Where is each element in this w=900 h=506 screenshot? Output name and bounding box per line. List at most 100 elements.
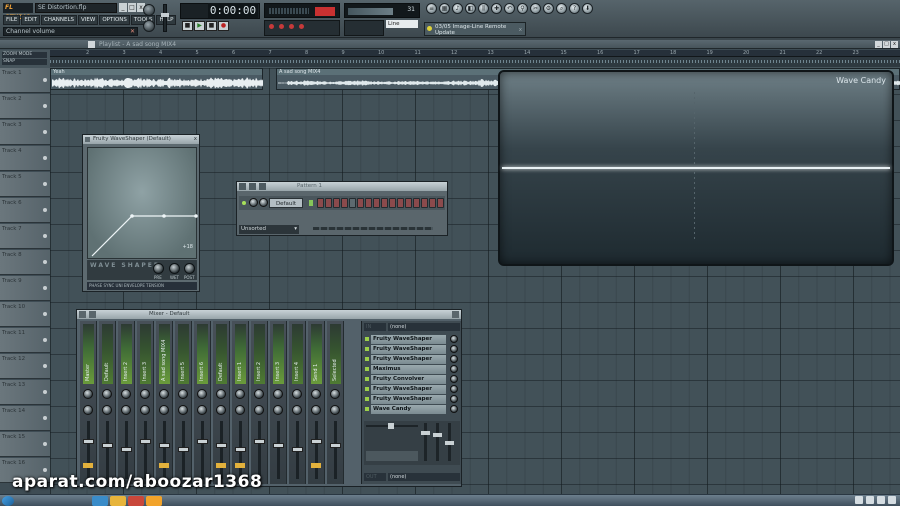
strip-fader-cap[interactable]: [121, 447, 132, 452]
track-label[interactable]: Track 11: [0, 328, 50, 353]
step-button[interactable]: [317, 198, 324, 208]
track-label[interactable]: Track 9: [0, 276, 50, 301]
strip-pan-knob[interactable]: [159, 389, 169, 399]
strip-stereo-knob[interactable]: [235, 405, 245, 415]
strip-stereo-knob[interactable]: [197, 405, 207, 415]
strip-stereo-knob[interactable]: [273, 405, 283, 415]
playlist-close-button[interactable]: x: [891, 41, 898, 48]
news-close-icon[interactable]: x: [519, 27, 522, 33]
stop-button[interactable]: ■: [206, 21, 217, 31]
explorer-taskbar-icon[interactable]: [110, 496, 126, 506]
step-button[interactable]: [373, 198, 380, 208]
strip-stereo-knob[interactable]: [140, 405, 150, 415]
hint-close-icon[interactable]: ✕: [130, 28, 135, 35]
post-gain-knob[interactable]: [184, 263, 195, 274]
track-mute-led-icon[interactable]: [43, 208, 47, 212]
mixer-strip[interactable]: Insert 6: [194, 321, 211, 484]
strip-volume-fader[interactable]: [258, 421, 261, 479]
fx-slot-name[interactable]: Fruity WaveShaper: [371, 355, 446, 364]
mixer-strip[interactable]: Insert 3: [270, 321, 287, 484]
fx-output-select[interactable]: (none): [388, 473, 460, 481]
mixer-titlebar[interactable]: Mixer - Default: [77, 310, 461, 319]
track-mute-led-icon[interactable]: [43, 364, 47, 368]
fl-studio-taskbar-icon[interactable]: [146, 496, 162, 506]
strip-pan-knob[interactable]: [83, 389, 93, 399]
strip-fader-cap[interactable]: [197, 439, 208, 444]
track-mute-led-icon[interactable]: [43, 234, 47, 238]
pattern-scrollbar[interactable]: [313, 227, 433, 230]
channel-select-indicator[interactable]: [309, 200, 313, 206]
strip-stereo-knob[interactable]: [83, 405, 93, 415]
fx-slot-mix-knob[interactable]: [450, 365, 458, 373]
channel-name-button[interactable]: Default: [269, 198, 303, 208]
playlist-maximize-button[interactable]: □: [883, 41, 890, 48]
step-button[interactable]: [381, 198, 388, 208]
track-label[interactable]: Track 2: [0, 94, 50, 119]
track-mute-led-icon[interactable]: [43, 104, 47, 108]
step-button[interactable]: [365, 198, 372, 208]
waveshaper-titlebar[interactable]: Fruity WaveShaper (Default) x: [83, 135, 199, 144]
strip-volume-fader[interactable]: [277, 421, 280, 479]
strip-fader-cap[interactable]: [292, 447, 303, 452]
fx-send-controls[interactable]: [364, 421, 460, 465]
fx-slot-name[interactable]: Wave Candy: [371, 405, 446, 414]
track-label[interactable]: Track 7: [0, 224, 50, 249]
plugin-picker-icon[interactable]: ✚: [491, 3, 502, 14]
network-icon[interactable]: [866, 496, 874, 504]
track-label[interactable]: Track 8: [0, 250, 50, 275]
mixer-strip[interactable]: Selected: [327, 321, 344, 484]
strip-stereo-knob[interactable]: [159, 405, 169, 415]
master-volume-knob[interactable]: [143, 4, 155, 16]
news-panel[interactable]: 03/05 Image-Line Remote Update x: [424, 22, 526, 36]
fx-slot-name[interactable]: Fruity Convolver: [371, 375, 446, 384]
master-pitch-knob[interactable]: [143, 20, 155, 32]
strip-pan-knob[interactable]: [102, 389, 112, 399]
mixer-strip[interactable]: Default: [99, 321, 116, 484]
strip-fader-cap[interactable]: [311, 439, 322, 444]
mixer-strip[interactable]: Insert 5: [175, 321, 192, 484]
fx-slot-enable-led-icon[interactable]: [365, 367, 369, 371]
time-display[interactable]: 0:00:00: [208, 3, 258, 18]
pattern-mode-button[interactable]: ■: [182, 21, 193, 31]
strip-stereo-knob[interactable]: [178, 405, 188, 415]
fx-slot-enable-led-icon[interactable]: [365, 337, 369, 341]
strip-fader-cap[interactable]: [140, 439, 151, 444]
track-label[interactable]: Track 15: [0, 432, 50, 457]
fx-slot[interactable]: Fruity WaveShaper: [364, 395, 460, 404]
mixer-options-icon[interactable]: [89, 311, 96, 318]
cut-icon[interactable]: ✂: [530, 3, 541, 14]
fx-slot-name[interactable]: Fruity WaveShaper: [371, 345, 446, 354]
step-sequencer-icon[interactable]: ▦: [439, 3, 450, 14]
mixer-strip[interactable]: Insert 3: [137, 321, 154, 484]
maximize-button[interactable]: □: [128, 3, 136, 12]
fx-slot[interactable]: Fruity WaveShaper: [364, 335, 460, 344]
fx-slot-enable-led-icon[interactable]: [365, 357, 369, 361]
menu-options[interactable]: OPTIONS: [99, 15, 130, 25]
step-button[interactable]: [389, 198, 396, 208]
dump-icon[interactable]: ⬇: [582, 3, 593, 14]
gear-icon[interactable]: ⚙: [543, 3, 554, 14]
strip-stereo-knob[interactable]: [121, 405, 131, 415]
strip-stereo-knob[interactable]: [292, 405, 302, 415]
sequencer-menu-icon[interactable]: [239, 183, 246, 190]
track-label[interactable]: Track 10: [0, 302, 50, 327]
zoom-mode-button[interactable]: ZOOM MODE: [2, 52, 47, 58]
strip-pan-knob[interactable]: [273, 389, 283, 399]
fx-slot[interactable]: Fruity WaveShaper: [364, 355, 460, 364]
link-icon[interactable]: ⚲: [517, 3, 528, 14]
step-button[interactable]: [357, 198, 364, 208]
step-sequencer-titlebar[interactable]: Pattern 1: [237, 182, 447, 191]
strip-route-indicator[interactable]: [216, 463, 226, 468]
track-mute-led-icon[interactable]: [43, 390, 47, 394]
waveshaper-curve-graph[interactable]: +18: [87, 147, 198, 259]
minimize-button[interactable]: _: [119, 3, 127, 12]
strip-volume-fader[interactable]: [334, 421, 337, 479]
fx-slot-mix-knob[interactable]: [450, 385, 458, 393]
fx-slot[interactable]: Wave Candy: [364, 405, 460, 414]
track-label[interactable]: Track 5: [0, 172, 50, 197]
fx-slot[interactable]: Fruity WaveShaper: [364, 385, 460, 394]
strip-volume-fader[interactable]: [144, 421, 147, 479]
track-label[interactable]: Track 12: [0, 354, 50, 379]
playlist-minimize-button[interactable]: _: [875, 41, 882, 48]
mixer-strip[interactable]: Master: [80, 321, 97, 484]
